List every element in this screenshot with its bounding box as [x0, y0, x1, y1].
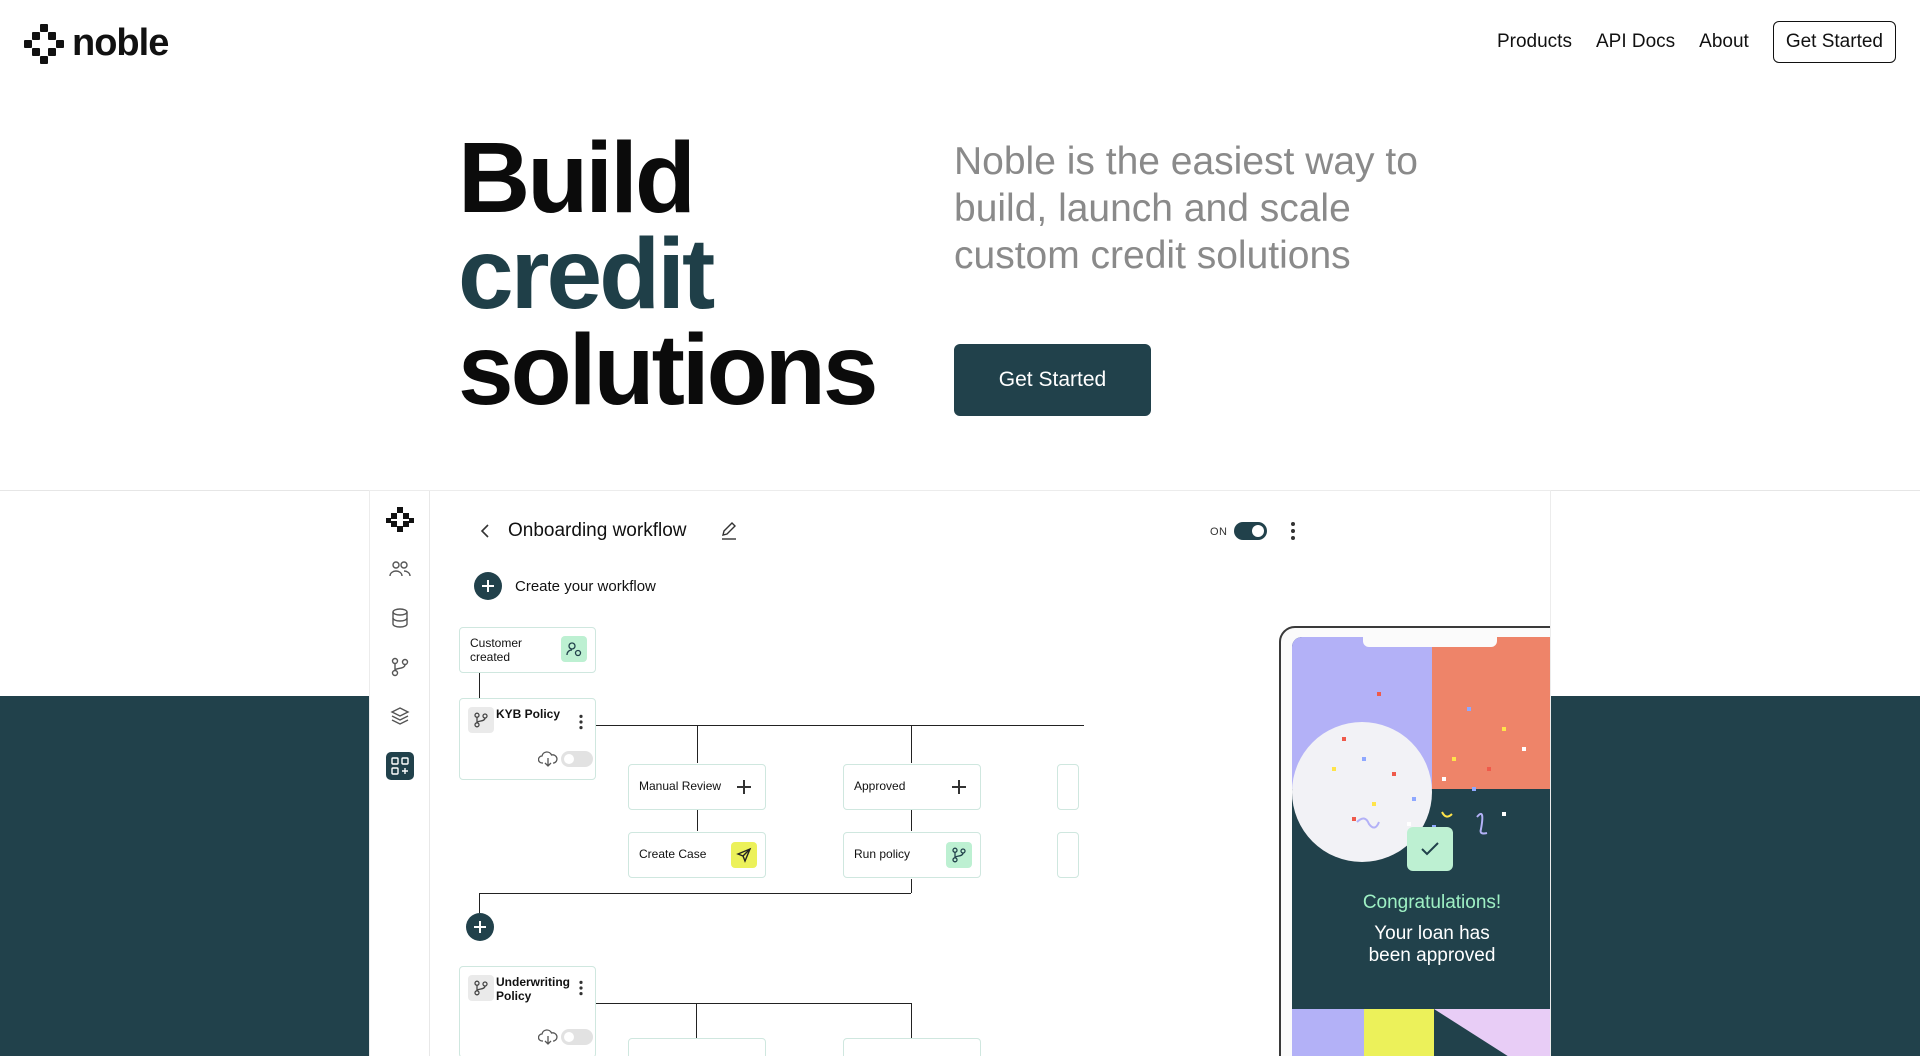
hero-subtitle: Noble is the easiest way to build, launc… [954, 140, 1418, 277]
edit-pencil-icon[interactable] [719, 521, 739, 541]
connector-line [911, 1003, 912, 1043]
database-icon[interactable] [386, 604, 414, 632]
connector-line [911, 879, 912, 893]
phone-notch [1363, 637, 1497, 647]
connector-line [479, 893, 911, 894]
nav-links: Products API Docs About Get Started [1497, 21, 1896, 63]
hero-title-line1: Build [458, 122, 696, 234]
connector-line [594, 1003, 912, 1004]
cloud-download-icon[interactable] [537, 751, 558, 767]
toggle-on-label: ON [1210, 526, 1228, 538]
node-create-case[interactable]: Create Case [628, 832, 766, 878]
decor-block-yellow [1364, 1009, 1434, 1056]
send-icon [731, 842, 757, 868]
node-menu-kebab-icon[interactable] [579, 714, 584, 730]
node-menu-kebab-icon[interactable] [579, 980, 584, 996]
node-underwriting-policy[interactable]: Underwriting Policy [459, 966, 596, 1056]
phone-screen: Congratulations! Your loan has been appr… [1292, 637, 1550, 1056]
nav-link-api-docs[interactable]: API Docs [1596, 31, 1675, 53]
back-chevron-icon[interactable] [476, 521, 496, 541]
decor-block-purple [1292, 1009, 1364, 1056]
connector-line [594, 725, 1084, 726]
node-label: Customer created [470, 636, 523, 664]
hero-title-line2: credit [458, 218, 715, 330]
connector-arrow [911, 809, 912, 831]
node-partial[interactable] [628, 1038, 766, 1056]
app-logo-icon[interactable] [386, 505, 414, 533]
node-partial[interactable] [843, 1038, 981, 1056]
create-workflow-button[interactable] [474, 572, 502, 600]
node-toggle[interactable] [561, 1029, 593, 1045]
branch-icon [468, 707, 494, 733]
phone-mockup: Congratulations! Your loan has been appr… [1279, 626, 1550, 1056]
node-partial[interactable] [1057, 832, 1079, 878]
node-kyb-policy[interactable]: KYB Policy [459, 698, 596, 780]
congrats-heading: Congratulations! [1362, 892, 1502, 913]
loan-approved-line1: Your loan has [1374, 923, 1490, 944]
node-manual-review[interactable]: Manual Review [628, 764, 766, 810]
node-label: Create Case [639, 847, 707, 861]
connector-line [479, 672, 480, 698]
connector-line [911, 725, 912, 763]
nav-get-started-button[interactable]: Get Started [1772, 21, 1896, 63]
app-sidebar [370, 491, 430, 1056]
connector-arrow [697, 809, 698, 831]
node-toggle[interactable] [561, 751, 593, 767]
hero-get-started-button[interactable]: Get Started [954, 344, 1151, 416]
user-settings-icon [561, 636, 587, 662]
node-approved[interactable]: Approved [843, 764, 981, 810]
node-partial[interactable] [1057, 764, 1079, 810]
branch-icon [468, 975, 494, 1001]
check-icon [1407, 827, 1453, 871]
noble-logo-icon [24, 23, 64, 64]
node-run-policy[interactable]: Run policy [843, 832, 981, 878]
cloud-download-icon[interactable] [537, 1029, 558, 1045]
add-step-plus-icon[interactable] [737, 780, 751, 794]
workflow-canvas: Onboarding workflow ON Create your workf… [430, 491, 1550, 1056]
hero-title-line3: solutions [458, 314, 878, 426]
workflow-menu-kebab-icon[interactable] [1290, 522, 1296, 540]
top-nav: noble Products API Docs About Get Starte… [0, 0, 1920, 84]
loan-approved-message: Your loan has been approved [1292, 923, 1550, 967]
layers-icon[interactable] [386, 702, 414, 730]
hero-title: Build credit solutions [458, 122, 878, 426]
brand-name: noble [72, 22, 169, 64]
branch-icon[interactable] [386, 653, 414, 681]
connector-line [479, 893, 480, 913]
add-step-plus-icon[interactable] [952, 780, 966, 794]
node-label: Underwriting Policy [496, 975, 570, 1003]
brand-logo[interactable]: noble [24, 22, 169, 65]
workflow-active-toggle[interactable] [1234, 522, 1267, 540]
node-label: Run policy [854, 847, 911, 861]
add-step-button[interactable] [466, 913, 494, 941]
nav-link-products[interactable]: Products [1497, 31, 1572, 53]
connector-line [697, 725, 698, 763]
node-label: KYB Policy [496, 707, 561, 721]
workflow-title: Onboarding workflow [508, 520, 687, 541]
node-label: Approved [854, 779, 906, 793]
loan-approved-line2: been approved [1368, 945, 1496, 966]
workflow-app-preview: Onboarding workflow ON Create your workf… [370, 491, 1550, 1056]
nav-link-about[interactable]: About [1699, 31, 1749, 53]
decor-block-lilac [1434, 1009, 1550, 1056]
users-icon[interactable] [386, 555, 414, 583]
node-customer-created[interactable]: Customer created [459, 627, 596, 673]
branch-icon [946, 842, 972, 868]
connector-line [696, 1003, 697, 1043]
apps-add-icon[interactable] [386, 752, 414, 780]
node-label: Manual Review [639, 779, 722, 793]
create-workflow-label: Create your workflow [515, 578, 656, 595]
